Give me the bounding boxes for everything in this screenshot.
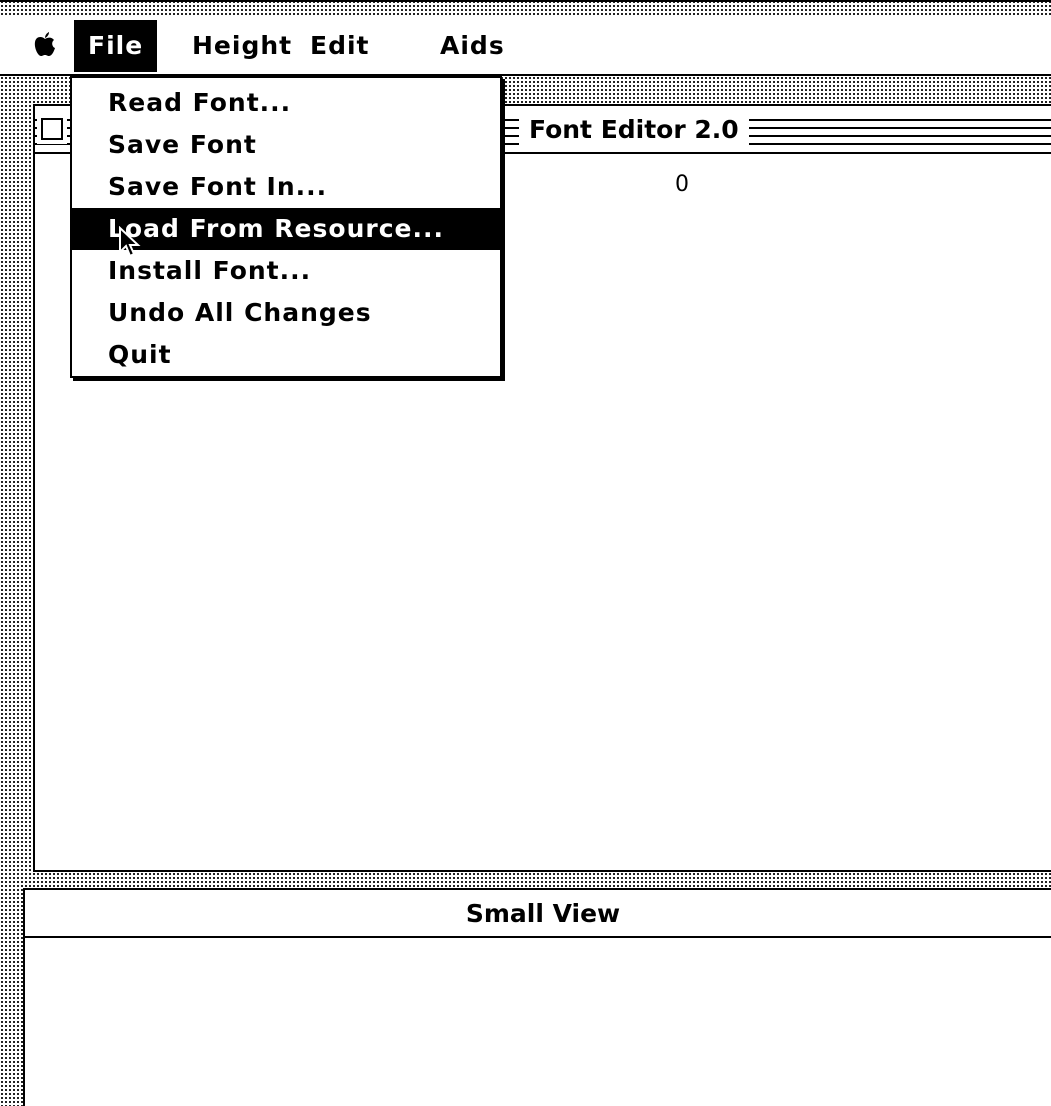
menu-item-save-font[interactable]: Save Font xyxy=(72,124,500,166)
menu-item-undo-all-changes[interactable]: Undo All Changes xyxy=(72,292,500,334)
close-box-icon[interactable] xyxy=(41,118,63,140)
arrow-cursor-icon xyxy=(119,226,141,258)
menu-item-read-font[interactable]: Read Font... xyxy=(72,82,500,124)
screen-top-border xyxy=(0,0,1051,2)
menu-bar: File Height Edit Aids xyxy=(0,16,1051,76)
menu-item-save-font-in[interactable]: Save Font In... xyxy=(72,166,500,208)
menu-item-quit[interactable]: Quit xyxy=(72,334,500,376)
window-title: Font Editor 2.0 xyxy=(519,108,749,152)
small-view-window: Small View xyxy=(23,888,1051,1106)
small-view-title[interactable]: Small View xyxy=(25,890,1051,938)
menu-aids[interactable]: Aids xyxy=(426,20,519,72)
menu-edit[interactable]: Edit xyxy=(296,20,384,72)
apple-logo-icon[interactable] xyxy=(30,30,60,60)
menu-height[interactable]: Height xyxy=(178,20,306,72)
menu-file[interactable]: File xyxy=(74,20,158,72)
glyph-char-indicator: 0 xyxy=(675,172,689,197)
